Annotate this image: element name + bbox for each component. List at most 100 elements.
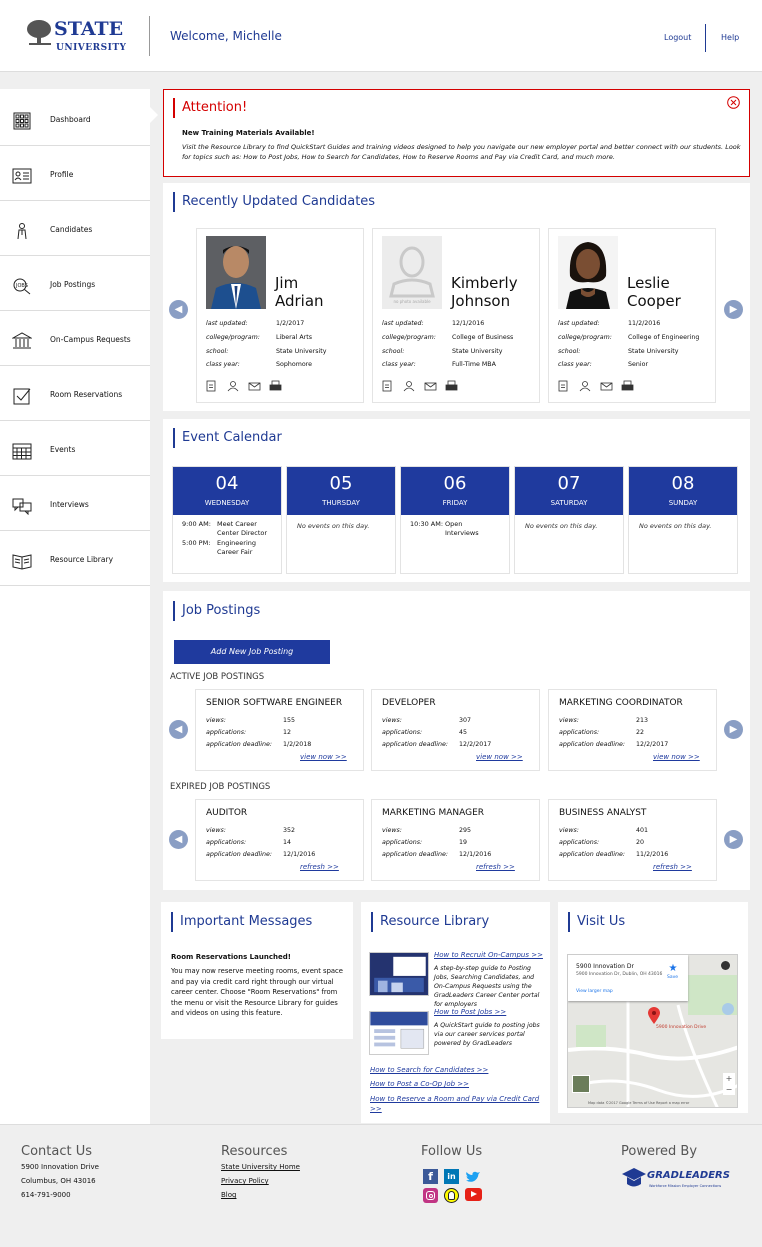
mail-icon <box>424 382 437 391</box>
calendar-day[interactable]: 04 WEDNESDAY 9:00 AM: Meet Career Center… <box>172 466 282 574</box>
day-number: 04 <box>215 473 239 494</box>
resource-link[interactable]: How to Post Jobs >> <box>434 1008 506 1016</box>
candidate-action-icons[interactable] <box>206 380 296 392</box>
sidebar-item-events[interactable]: Events <box>0 421 150 476</box>
instagram-icon[interactable] <box>423 1188 438 1203</box>
important-messages-title: Important Messages <box>171 912 312 932</box>
map-pin-icon[interactable] <box>648 1007 660 1025</box>
event-link[interactable]: Meet Career Center Director <box>217 520 279 538</box>
sidebar-label-resource-library: Resource Library <box>50 555 114 564</box>
resource-link[interactable]: How to Search for Candidates >> <box>370 1066 488 1074</box>
day-name: THURSDAY <box>322 499 360 507</box>
calendar-day[interactable]: 07 SATURDAY No events on this day. <box>514 466 624 574</box>
sidebar-label-profile: Profile <box>50 170 74 179</box>
job-card[interactable]: AUDITOR views: 352 applications: 14 applic… <box>195 799 364 881</box>
sidebar-item-profile[interactable]: Profile <box>0 146 150 201</box>
candidates-next-button[interactable]: ▶ <box>724 300 743 319</box>
sidebar-item-dashboard[interactable]: Dashboard <box>0 91 158 146</box>
sidebar-item-on-campus[interactable]: On-Campus Requests <box>0 311 150 366</box>
map-address: 5900 Innovation Dr <box>576 963 634 970</box>
sidebar-item-candidates[interactable]: Candidates <box>0 201 150 256</box>
footer-phone: 614-791-9000 <box>21 1191 71 1199</box>
calendar-day[interactable]: 05 THURSDAY No events on this day. <box>286 466 396 574</box>
directions-icon[interactable]: ★ <box>666 963 680 974</box>
candidate-card[interactable]: Leslie Cooper last updated: 11/2/2016 coll… <box>548 228 716 403</box>
sidebar-item-resource-library[interactable]: Resource Library <box>0 531 150 586</box>
sidebar-item-room-reservations[interactable]: Room Reservations <box>0 366 150 421</box>
active-jobs-prev-button[interactable]: ◀ <box>169 720 188 739</box>
calendar-day-header: 06 FRIDAY <box>401 467 509 515</box>
event-time: 5:00 PM: <box>182 539 211 547</box>
help-link[interactable]: Help <box>721 33 739 42</box>
guide-thumbnail[interactable] <box>369 952 429 996</box>
add-job-posting-button[interactable]: Add New Job Posting <box>174 640 330 664</box>
footer-address: 5900 Innovation Drive <box>21 1163 99 1171</box>
gradleaders-logo[interactable]: GRADLEADERS Workforce Mission Employer C… <box>621 1165 736 1193</box>
view-now-link[interactable]: view now >> <box>476 753 523 761</box>
event-link[interactable]: Engineering Career Fair <box>217 539 279 557</box>
refresh-link[interactable]: refresh >> <box>300 863 339 871</box>
view-larger-map-link[interactable]: View larger map <box>576 989 613 994</box>
close-icon[interactable] <box>727 96 740 109</box>
footer-link-blog[interactable]: Blog <box>221 1191 236 1199</box>
view-now-link[interactable]: view now >> <box>653 753 700 761</box>
satellite-toggle[interactable] <box>572 1075 590 1093</box>
map-save-link[interactable]: Save <box>667 975 678 980</box>
view-now-link[interactable]: view now >> <box>300 753 347 761</box>
attention-body: Visit the Resource Library to find Quick… <box>182 143 741 161</box>
map-address-sub: 5900 Innovation Dr, Dublin, OH 43016 <box>576 972 663 977</box>
resource-link[interactable]: How to Recruit On-Campus >> <box>434 951 543 959</box>
job-card[interactable]: SENIOR SOFTWARE ENGINEER views: 155 appli… <box>195 689 364 771</box>
expired-jobs-prev-button[interactable]: ◀ <box>169 830 188 849</box>
active-jobs-next-button[interactable]: ▶ <box>724 720 743 739</box>
candidate-card[interactable]: no photo available Kimberly Johnson last … <box>372 228 540 403</box>
job-card[interactable]: BUSINESS ANALYST views: 401 applications:… <box>548 799 717 881</box>
sidebar-item-job-postings[interactable]: JOBS Job Postings <box>0 256 150 311</box>
footer-link-privacy[interactable]: Privacy Policy <box>221 1177 269 1185</box>
candidate-name: Jim Adrian <box>275 274 324 310</box>
person-icon <box>403 381 415 392</box>
candidates-prev-button[interactable]: ◀ <box>169 300 188 319</box>
expired-postings-label: EXPIRED JOB POSTINGS <box>170 782 271 792</box>
calendar-day[interactable]: 06 FRIDAY 10:30 AM: Open Interviews <box>400 466 510 574</box>
state-university-logo[interactable]: STATE UNIVERSITY <box>26 18 126 56</box>
calendar-day-header: 08 SUNDAY <box>629 467 737 515</box>
calendar-day[interactable]: 08 SUNDAY No events on this day. <box>628 466 738 574</box>
job-card[interactable]: MARKETING COORDINATOR views: 213 applicat… <box>548 689 717 771</box>
refresh-link[interactable]: refresh >> <box>653 863 692 871</box>
print-icon <box>621 380 634 391</box>
linkedin-icon[interactable]: in <box>444 1169 459 1184</box>
job-postings-icon: JOBS <box>13 278 31 295</box>
map-pin-label: 5900 Innovation Drive <box>656 1025 707 1030</box>
job-card[interactable]: MARKETING MANAGER views: 295 applications… <box>371 799 540 881</box>
snapchat-icon[interactable] <box>444 1188 459 1203</box>
job-title: BUSINESS ANALYST <box>559 808 647 818</box>
app-header: STATE UNIVERSITY Welcome, Michelle Logou… <box>0 0 762 72</box>
location-map[interactable]: 5900 Innovation Dr 5900 Innovation Dr, D… <box>567 954 738 1108</box>
candidate-card[interactable]: Jim Adrian last updated: 1/2/2017 college/… <box>196 228 364 403</box>
sidebar-item-interviews[interactable]: Interviews <box>0 476 150 531</box>
zoom-controls[interactable]: + − <box>723 1073 735 1095</box>
resource-link[interactable]: How to Reserve a Room and Pay via Credit… <box>370 1094 540 1114</box>
day-number: 07 <box>557 473 581 494</box>
resource-link[interactable]: How to Post a Co-Op Job >> <box>370 1080 469 1088</box>
footer-powered-title: Powered By <box>621 1144 698 1159</box>
footer-link-home[interactable]: State University Home <box>221 1163 300 1171</box>
facebook-icon[interactable]: f <box>423 1169 438 1184</box>
logout-link[interactable]: Logout <box>664 33 691 42</box>
resource-description: A QuickStart guide to posting jobs via o… <box>434 1022 540 1047</box>
refresh-link[interactable]: refresh >> <box>476 863 515 871</box>
candidate-name: Leslie Cooper <box>627 274 681 310</box>
profile-icon <box>12 168 32 184</box>
job-card[interactable]: DEVELOPER views: 307 applications: 45 appl… <box>371 689 540 771</box>
expired-jobs-next-button[interactable]: ▶ <box>724 830 743 849</box>
candidates-title: Recently Updated Candidates <box>173 192 375 212</box>
twitter-icon[interactable] <box>465 1169 481 1184</box>
candidate-action-icons[interactable] <box>382 380 472 392</box>
candidate-action-icons[interactable] <box>558 380 648 392</box>
guide-thumbnail[interactable] <box>369 1011 429 1055</box>
event-link[interactable]: Open Interviews <box>445 520 495 538</box>
attention-subtitle: New Training Materials Available! <box>182 129 315 137</box>
youtube-icon[interactable] <box>465 1188 482 1201</box>
fullscreen-icon[interactable] <box>721 961 730 970</box>
